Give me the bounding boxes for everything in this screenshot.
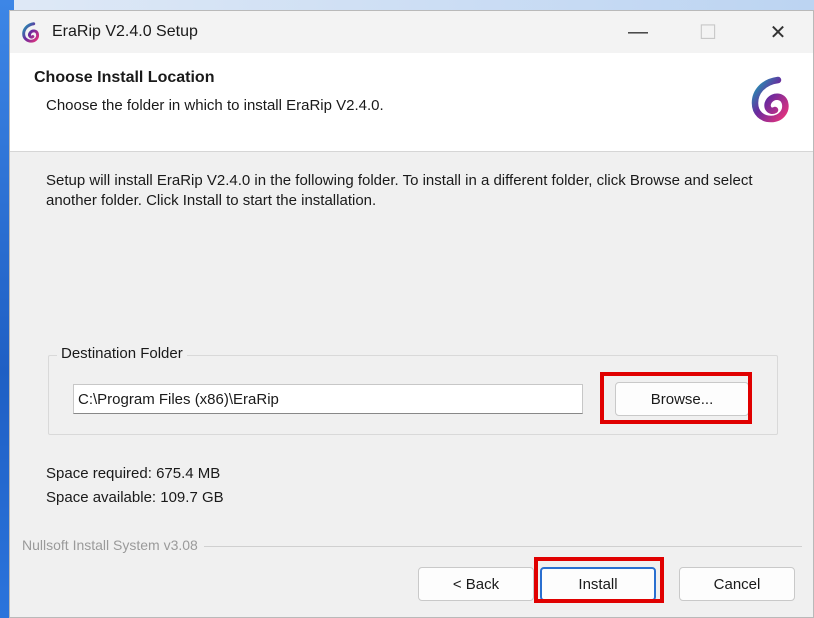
space-available: Space available: 109.7 GB <box>46 489 224 506</box>
close-button[interactable]: ✕ <box>743 11 813 53</box>
destination-folder-label: Destination Folder <box>57 345 187 362</box>
window-controls: — ☐ ✕ <box>603 11 813 53</box>
page-title: Choose Install Location <box>34 69 215 86</box>
destination-folder-group: Destination Folder Browse... <box>48 345 778 435</box>
browse-button[interactable]: Browse... <box>615 382 749 416</box>
space-required: Space required: 675.4 MB <box>46 465 221 482</box>
page-subtitle: Choose the folder in which to install Er… <box>46 97 384 114</box>
back-button[interactable]: < Back <box>418 567 534 601</box>
install-path-input[interactable] <box>73 384 583 414</box>
branding-text: Nullsoft Install System v3.08 <box>22 537 204 553</box>
minimize-button[interactable]: — <box>603 11 673 53</box>
erarip-logo-icon <box>22 22 40 43</box>
erarip-logo-icon <box>751 76 789 123</box>
window-title: EraRip V2.4.0 Setup <box>52 23 198 40</box>
title-bar[interactable]: EraRip V2.4.0 Setup — ☐ ✕ <box>10 11 813 53</box>
cancel-button[interactable]: Cancel <box>679 567 795 601</box>
install-button[interactable]: Install <box>540 567 656 601</box>
intro-text: Setup will install EraRip V2.4.0 in the … <box>46 172 753 209</box>
maximize-button[interactable]: ☐ <box>673 11 743 53</box>
setup-window: EraRip V2.4.0 Setup — ☐ ✕ Choose Install… <box>9 10 814 618</box>
page-header: Choose Install Location Choose the folde… <box>10 53 813 152</box>
